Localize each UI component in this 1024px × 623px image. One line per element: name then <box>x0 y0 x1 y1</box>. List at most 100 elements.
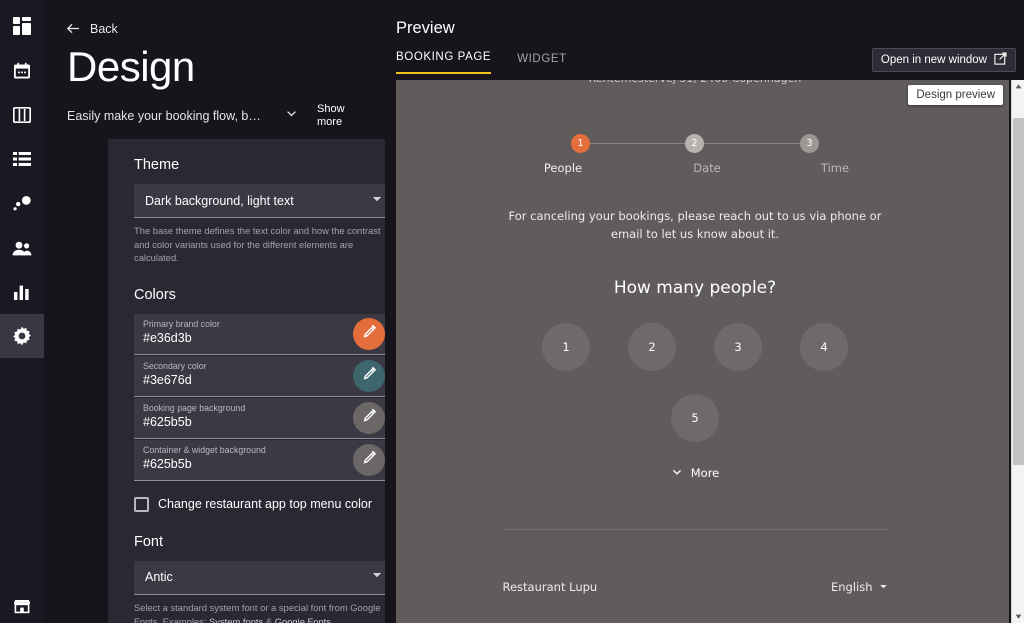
chevron-down-icon <box>285 107 298 125</box>
color-field-primary[interactable]: Primary brand color #e36d3b <box>134 313 385 355</box>
tab-widget[interactable]: WIDGET <box>517 53 567 74</box>
color-field-container-widget-background[interactable]: Container & widget background #625b5b <box>134 439 385 481</box>
party-size-question: How many people? <box>613 277 777 298</box>
restaurant-name: Restaurant Lupu <box>502 579 598 594</box>
sidebar-item-board[interactable] <box>0 93 44 137</box>
tab-booking-page[interactable]: BOOKING PAGE <box>396 51 492 74</box>
sidebar-item-restaurant[interactable] <box>0 584 44 623</box>
chevron-down-icon <box>371 192 383 210</box>
more-party-sizes-button[interactable]: More <box>396 466 994 481</box>
color-picker-button[interactable] <box>353 359 385 392</box>
step-label-time: Time <box>820 161 850 175</box>
font-select-value: Antic <box>145 570 173 585</box>
color-field-booking-page-background[interactable]: Booking page background #625b5b <box>134 397 385 439</box>
bubbles-icon <box>13 195 31 212</box>
calendar-icon <box>13 62 31 80</box>
booking-page-content: Rentemestervej 31, 2400 Copenhagen 1 2 3… <box>396 80 994 623</box>
app-nav-rail <box>0 0 44 623</box>
back-label: Back <box>90 21 118 36</box>
storefront-icon <box>13 598 31 614</box>
preview-title: Preview <box>396 19 455 37</box>
list-icon <box>13 151 31 167</box>
step-date[interactable]: 2 <box>685 134 704 153</box>
footer-divider <box>502 528 888 530</box>
system-fonts-link[interactable]: System fonts <box>209 616 263 623</box>
scroll-down-button[interactable] <box>1012 610 1024 623</box>
back-button[interactable]: Back <box>44 0 385 36</box>
chevron-down-icon <box>371 568 383 586</box>
booking-stepper: 1 2 3 <box>571 134 819 154</box>
language-selector[interactable]: English <box>831 580 888 594</box>
open-in-new-window-label: Open in new window <box>880 54 987 66</box>
font-helper-text: Select a standard system font or a speci… <box>134 601 385 623</box>
bar-chart-icon <box>14 285 30 300</box>
eyedropper-icon <box>362 450 377 470</box>
stepper-labels: People Date Time <box>544 161 849 176</box>
eyedropper-icon <box>362 408 377 428</box>
sidebar-item-tables[interactable] <box>0 181 44 225</box>
color-field-label: Booking page background <box>143 402 246 413</box>
sidebar-item-settings[interactable] <box>0 314 44 358</box>
theme-select-value: Dark background, light text <box>145 193 294 208</box>
sidebar-item-calendar[interactable] <box>0 49 44 93</box>
colors-heading: Colors <box>134 286 176 303</box>
preview-panel: Preview BOOKING PAGE WIDGET Open in new … <box>385 0 1024 623</box>
sidebar-item-list[interactable] <box>0 137 44 181</box>
sidebar-item-statistics[interactable] <box>0 270 44 314</box>
step-label-date: Date <box>693 161 721 175</box>
font-helper-mid: & <box>263 615 275 623</box>
restaurant-address: Rentemestervej 31, 2400 Copenhagen <box>396 80 994 85</box>
booking-page-preview-frame: Rentemestervej 31, 2400 Copenhagen 1 2 3… <box>396 80 1009 623</box>
sidebar-item-guests[interactable] <box>0 226 44 270</box>
scroll-up-button[interactable] <box>1012 80 1024 93</box>
theme-helper-text: The base theme defines the text color an… <box>134 225 381 264</box>
page-subtitle: Easily make your booking flow, b… <box>67 108 261 123</box>
design-settings-page: Back Design Easily make your booking flo… <box>0 0 1024 623</box>
color-field-value: #625b5b <box>143 457 192 472</box>
font-select[interactable]: Antic <box>134 560 385 595</box>
open-in-new-window-button[interactable]: Open in new window <box>871 48 1016 72</box>
color-field-value: #625b5b <box>143 415 192 430</box>
preview-scrollbar[interactable] <box>1011 80 1024 623</box>
change-top-menu-color-label: Change restaurant app top menu color <box>158 497 373 512</box>
more-label: More <box>690 466 720 481</box>
color-field-label: Primary brand color <box>143 318 220 329</box>
expand-subtitle-button[interactable] <box>279 104 303 128</box>
party-size-option[interactable]: 4 <box>800 322 848 371</box>
party-size-options-row-1: 1 2 3 4 <box>396 322 994 371</box>
dashboard-icon <box>13 17 31 35</box>
booking-footer: Restaurant Lupu English <box>503 580 888 594</box>
theme-select[interactable]: Dark background, light text <box>134 184 385 218</box>
color-field-value: #3e676d <box>143 373 192 388</box>
theme-heading: Theme <box>134 157 180 173</box>
step-time[interactable]: 3 <box>800 134 819 153</box>
party-size-option[interactable]: 3 <box>714 322 762 371</box>
sidebar-item-dashboard[interactable] <box>0 4 44 48</box>
step-people[interactable]: 1 <box>571 134 590 153</box>
design-settings-card: Theme Dark background, light text The ba… <box>108 139 385 623</box>
party-size-option[interactable]: 2 <box>628 322 676 371</box>
color-field-label: Container & widget background <box>143 444 266 455</box>
party-size-options-row-2: 5 <box>396 393 994 442</box>
color-picker-button[interactable] <box>353 401 385 434</box>
show-more-button[interactable]: Show more <box>317 103 357 128</box>
arrow-left-icon <box>66 21 81 36</box>
scrollbar-thumb[interactable] <box>1013 118 1024 465</box>
chevron-down-icon <box>879 580 888 594</box>
gear-icon <box>12 326 32 346</box>
color-fields: Primary brand color #e36d3b Secondary co… <box>134 313 385 481</box>
subtitle-row: Easily make your booking flow, b… Show m… <box>44 91 385 128</box>
color-picker-button[interactable] <box>353 317 385 350</box>
external-link-icon <box>994 52 1007 68</box>
eyedropper-icon <box>362 324 377 344</box>
font-heading: Font <box>134 533 164 550</box>
google-fonts-link[interactable]: Google Fonts <box>275 616 331 623</box>
color-field-value: #e36d3b <box>143 331 192 346</box>
change-top-menu-color-checkbox[interactable] <box>134 496 149 512</box>
change-top-menu-color-checkbox-row[interactable]: Change restaurant app top menu color <box>134 496 385 512</box>
color-field-secondary[interactable]: Secondary color #3e676d <box>134 355 385 397</box>
color-picker-button[interactable] <box>353 443 385 476</box>
party-size-option[interactable]: 1 <box>542 322 590 371</box>
columns-icon <box>13 107 31 123</box>
party-size-option[interactable]: 5 <box>671 393 719 442</box>
